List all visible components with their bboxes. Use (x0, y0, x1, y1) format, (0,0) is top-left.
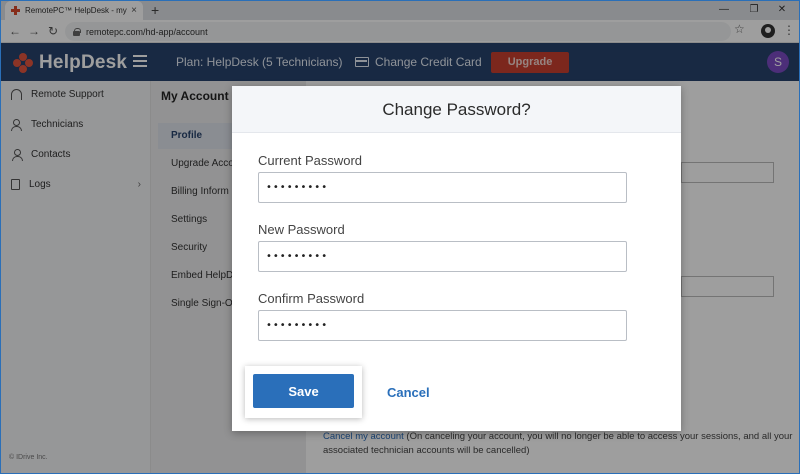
save-button[interactable]: Save (253, 374, 354, 408)
cancel-button[interactable]: Cancel (387, 385, 430, 400)
confirm-password-label: Confirm Password (258, 291, 365, 306)
change-password-dialog: Change Password? Current Password New Pa… (232, 86, 681, 431)
new-password-input[interactable] (258, 241, 627, 272)
browser-window: RemotePC™ HelpDesk - my acco × + — ❐ ✕ ←… (0, 0, 800, 474)
new-password-label: New Password (258, 222, 345, 237)
confirm-password-input[interactable] (258, 310, 627, 341)
save-button-focus-ring: Save (245, 366, 362, 418)
current-password-label: Current Password (258, 153, 363, 168)
dialog-title: Change Password? (232, 86, 681, 133)
current-password-input[interactable] (258, 172, 627, 203)
